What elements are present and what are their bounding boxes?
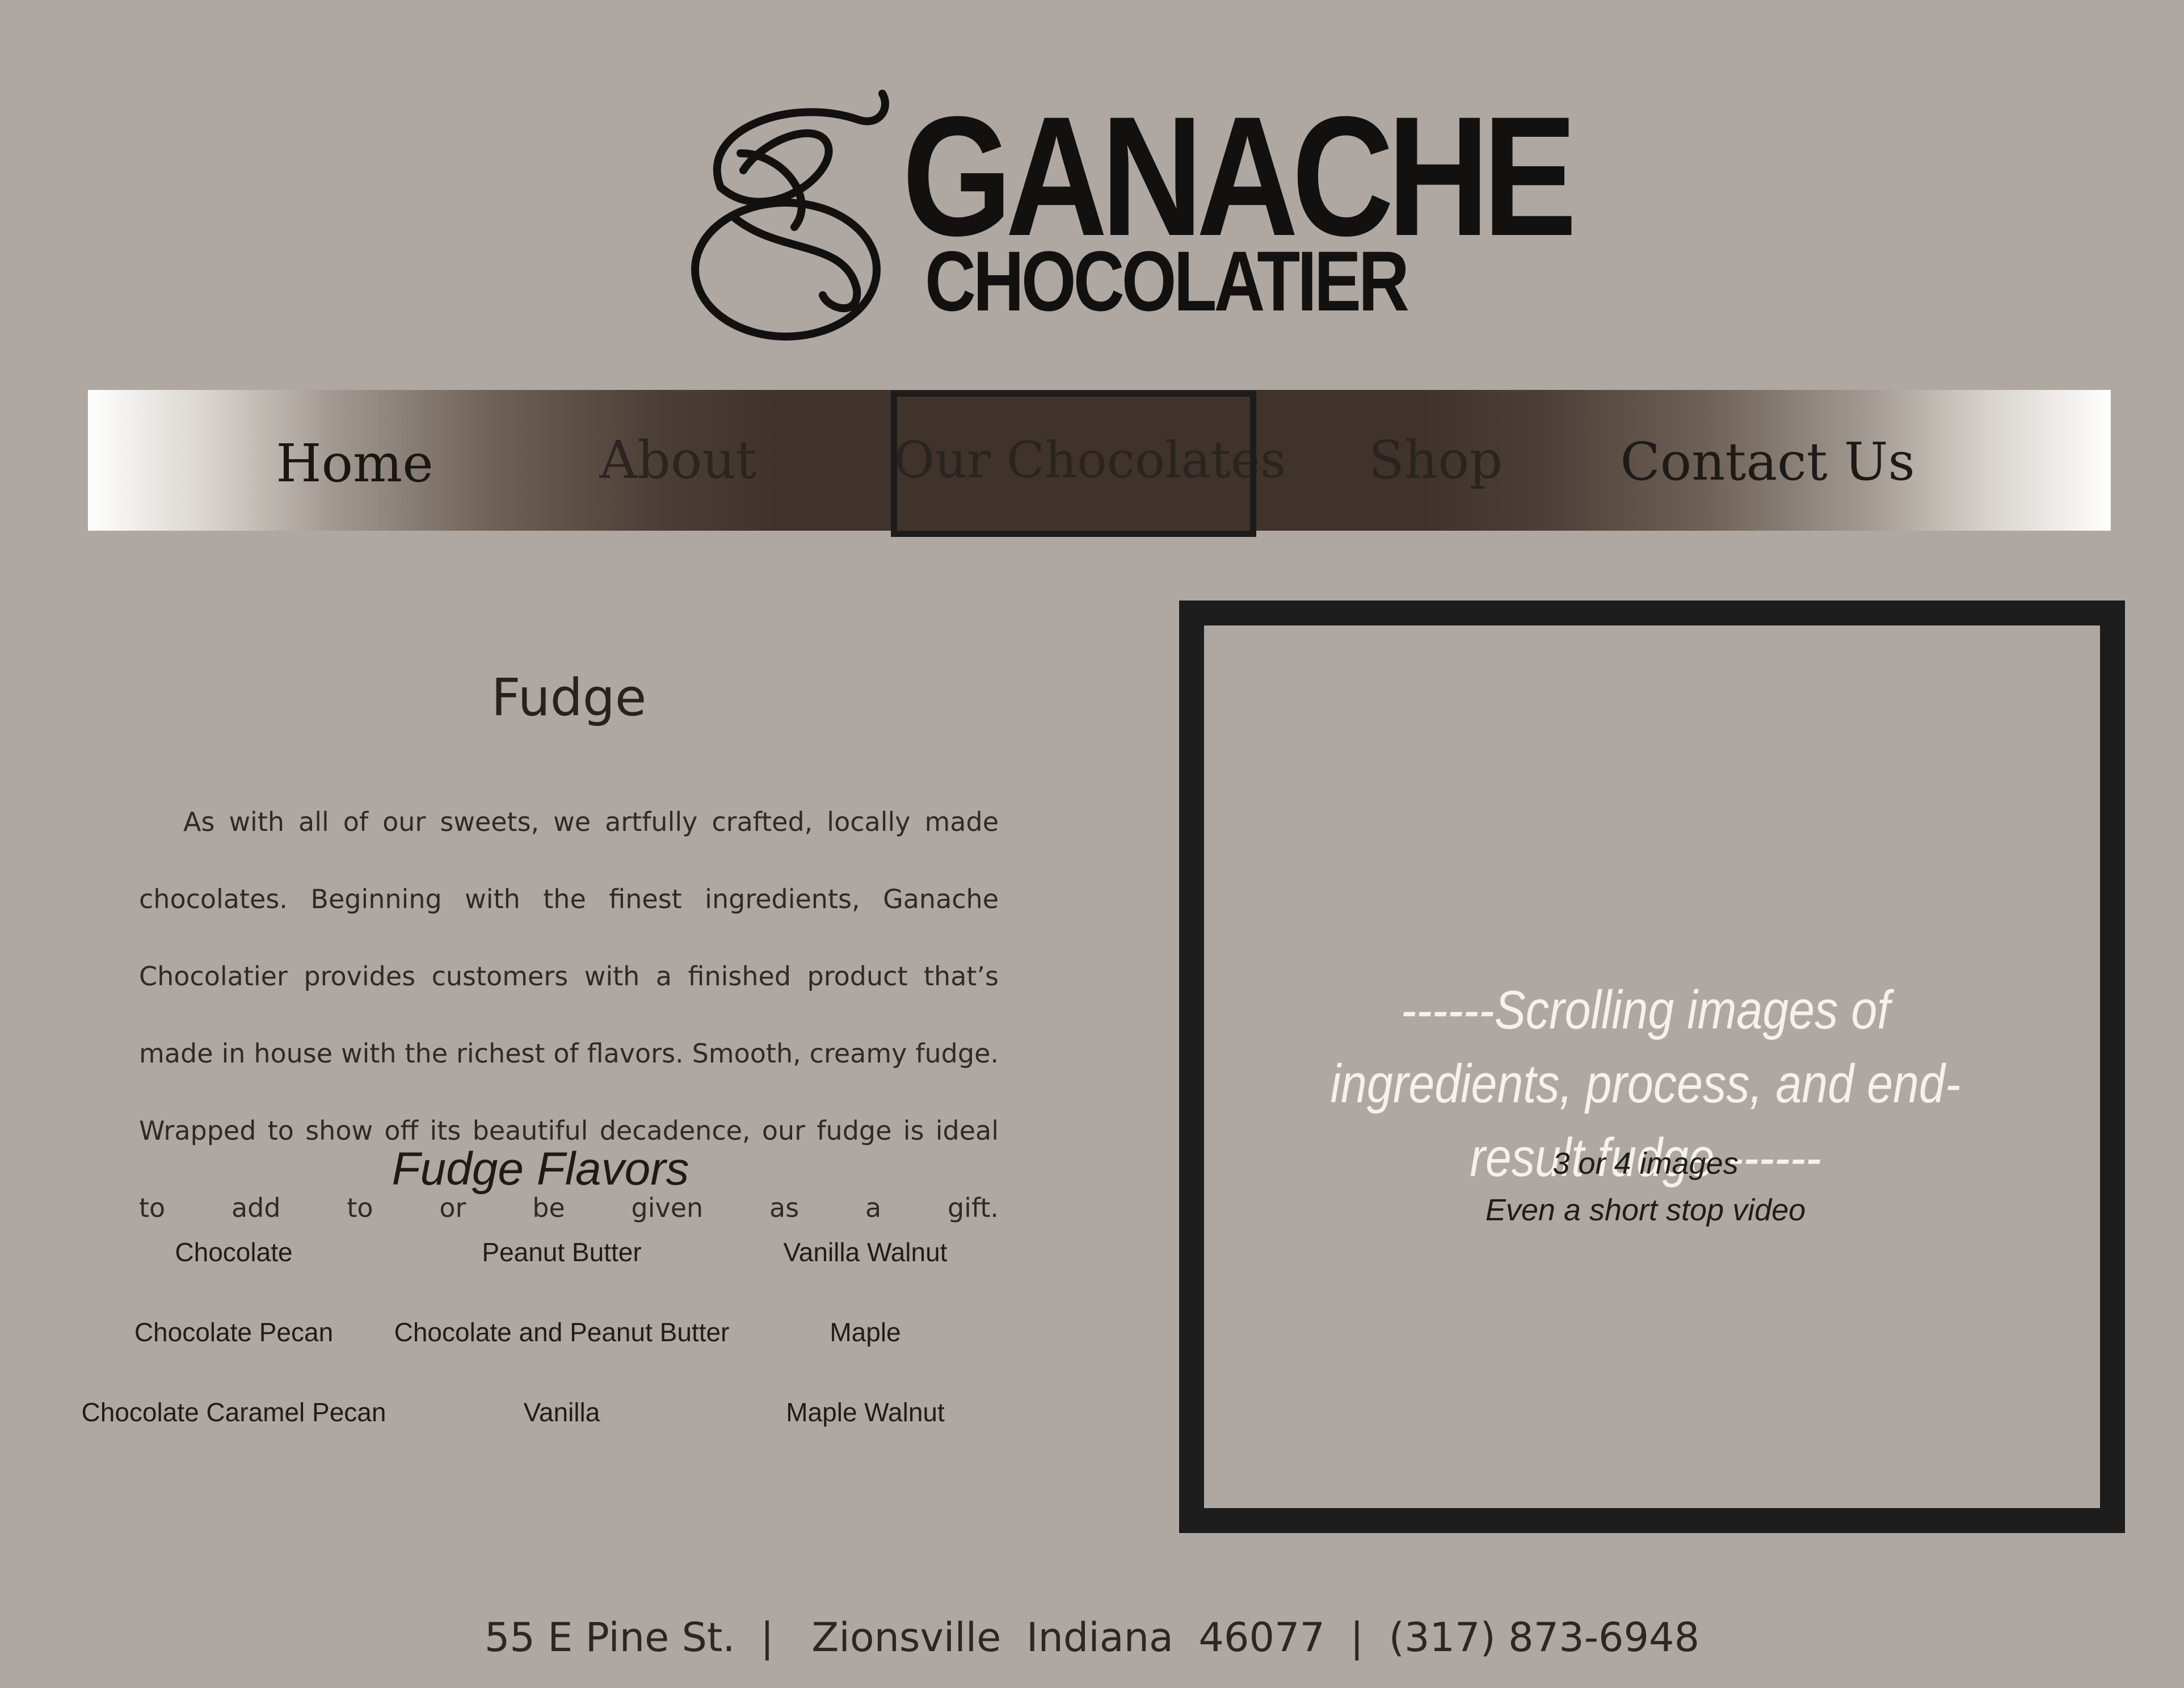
nav-contact-us[interactable]: Contact Us xyxy=(1597,392,1938,532)
logo[interactable]: GANACHE CHOCOLATIER xyxy=(687,85,1577,341)
page-title: Fudge xyxy=(491,668,647,728)
logo-tagline: CHOCOLATIER xyxy=(925,233,1409,329)
flavor-item: Vanilla Walnut xyxy=(783,1237,948,1267)
footer-address: 55 E Pine St. | Zionsville Indiana 46077… xyxy=(484,1614,1700,1661)
flavor-item: Maple Walnut xyxy=(786,1397,945,1427)
media-note: 3 or 4 images xyxy=(1552,1147,1739,1181)
flavors-heading: Fudge Flavors xyxy=(392,1143,689,1195)
nav-active-indicator xyxy=(891,390,1256,537)
nav-shop[interactable]: Shop xyxy=(1362,390,1509,531)
logo-monogram-icon xyxy=(691,90,889,341)
flavor-item: Maple xyxy=(830,1317,901,1347)
nav-about[interactable]: About xyxy=(587,390,769,531)
media-note: Even a short stop video xyxy=(1485,1193,1806,1227)
nav-home[interactable]: Home xyxy=(270,393,440,534)
